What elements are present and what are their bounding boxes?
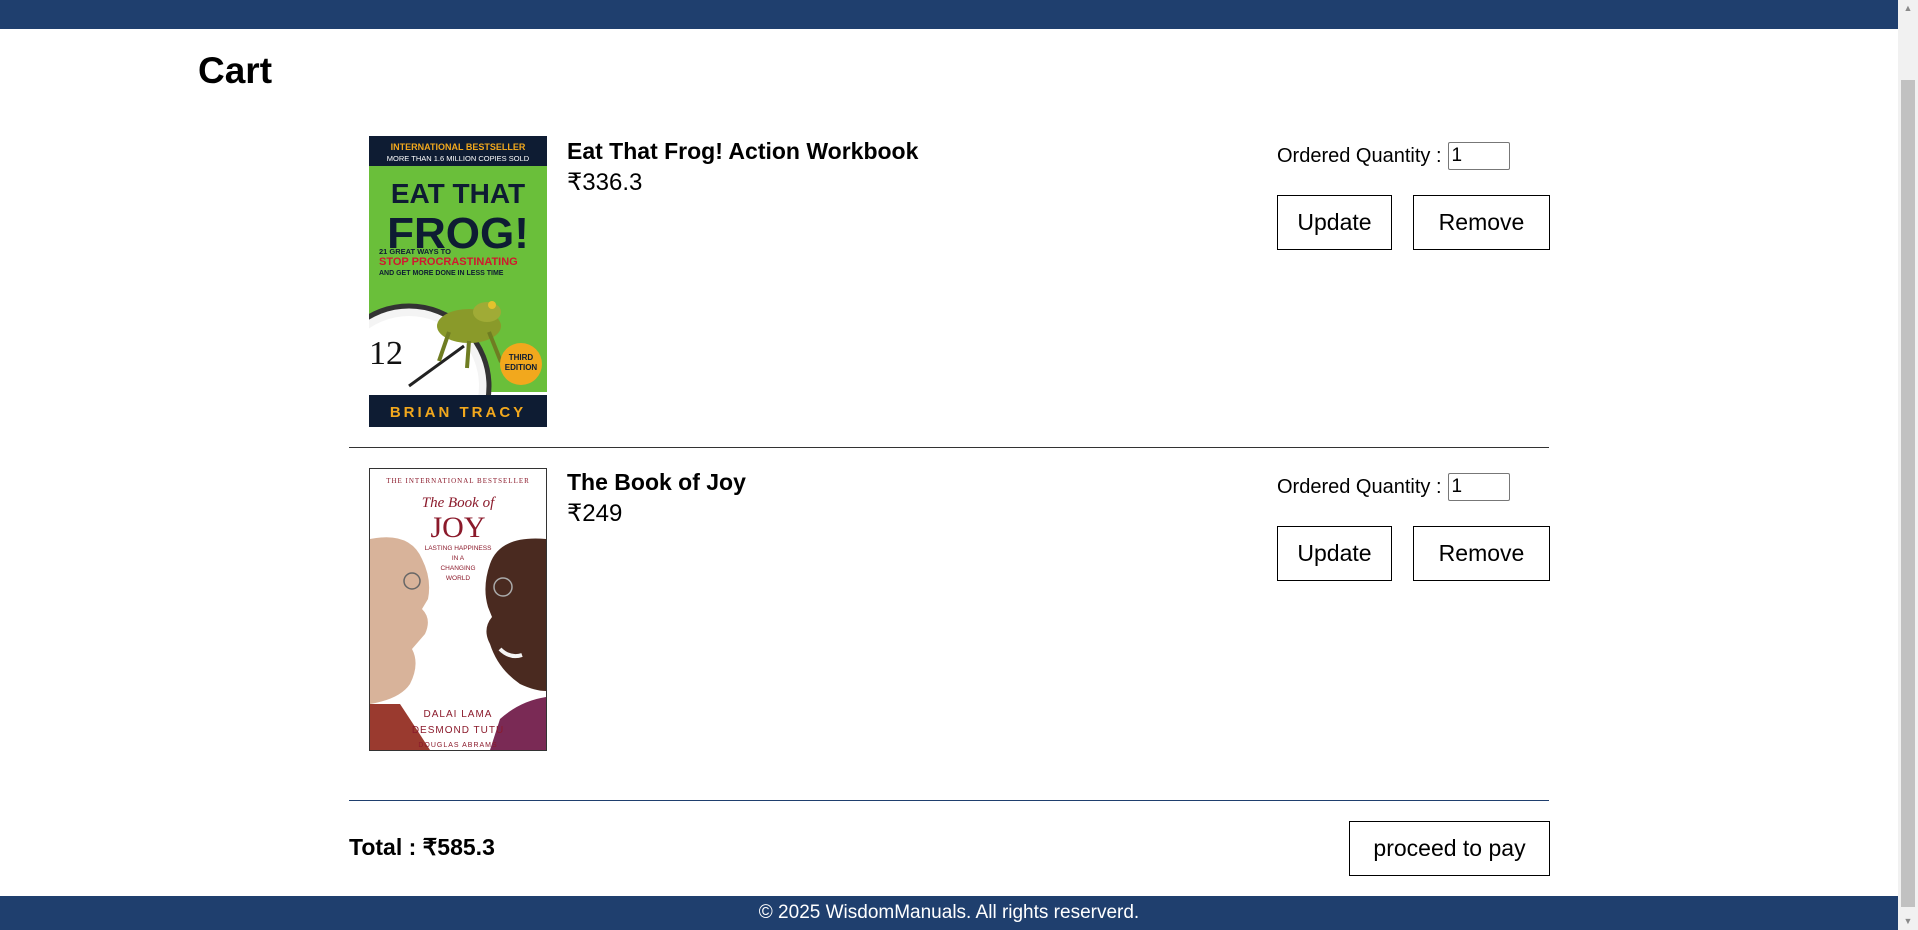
cover-author: DOUGLAS ABRAMS [418,742,497,749]
cover-subtitle: CHANGING [440,565,475,572]
quantity-label: Ordered Quantity : [1277,144,1442,167]
cover-heading: JOY [430,511,485,544]
scroll-up-arrow-icon[interactable]: ▲ [1898,0,1918,17]
page-footer: © 2025 WisdomManuals. All rights reserve… [0,896,1898,930]
cover-subtitle: STOP PROCRASTINATING [379,256,518,268]
cover-badge: EDITION [505,363,538,372]
cart-item: INTERNATIONAL BESTSELLER MORE THAN 1.6 M… [349,136,1550,448]
cover-subtitle: WORLD [446,575,471,582]
scroll-thumb[interactable] [1901,80,1915,907]
page-title: Cart [198,50,273,91]
item-price: ₹336.3 [567,169,643,196]
scroll-down-arrow-icon[interactable]: ▼ [1898,913,1918,930]
cover-top-line: INTERNATIONAL BESTSELLER [391,142,526,152]
cover-subtitle: IN A [452,555,465,562]
remove-button[interactable]: Remove [1413,526,1550,581]
update-button[interactable]: Update [1277,195,1392,250]
cart-total: Total : ₹585.3 [349,834,495,860]
cover-top-line: MORE THAN 1.6 MILLION COPIES SOLD [387,154,530,163]
quantity-row: Ordered Quantity : [1277,142,1510,170]
remove-button[interactable]: Remove [1413,195,1550,250]
cover-subtitle: 21 GREAT WAYS TO [379,247,451,256]
item-price: ₹249 [567,500,623,527]
cart-item: THE INTERNATIONAL BESTSELLER The Book of… [349,448,1550,801]
top-navbar [0,0,1898,29]
cover-badge: THIRD [509,353,534,362]
book-cover-image: INTERNATIONAL BESTSELLER MORE THAN 1.6 M… [369,136,547,427]
quantity-input[interactable] [1447,473,1510,501]
svg-text:12: 12 [369,335,403,372]
cover-subtitle: AND GET MORE DONE IN LESS TIME [379,270,504,277]
proceed-to-pay-button[interactable]: proceed to pay [1349,821,1550,876]
item-title[interactable]: The Book of Joy [567,469,746,496]
cover-subtitle: LASTING HAPPINESS [425,545,492,552]
book-cover-image: THE INTERNATIONAL BESTSELLER The Book of… [369,468,547,751]
cover-top-line: THE INTERNATIONAL BESTSELLER [386,477,530,485]
page-scrollbar[interactable]: ▲ ▼ [1898,0,1918,930]
cover-author: BRIAN TRACY [390,404,526,421]
quantity-input[interactable] [1447,142,1510,170]
cover-author: DESMOND TUTU [412,725,504,736]
cover-author: DALAI LAMA [424,709,493,720]
cart-list: INTERNATIONAL BESTSELLER MORE THAN 1.6 M… [349,136,1550,896]
update-button[interactable]: Update [1277,526,1392,581]
cart-summary: Total : ₹585.3 proceed to pay [349,801,1550,896]
cover-heading: EAT THAT [391,178,525,209]
cover-heading: The Book of [422,495,496,511]
quantity-row: Ordered Quantity : [1277,473,1510,501]
quantity-label: Ordered Quantity : [1277,475,1442,498]
item-title[interactable]: Eat That Frog! Action Workbook [567,138,918,165]
